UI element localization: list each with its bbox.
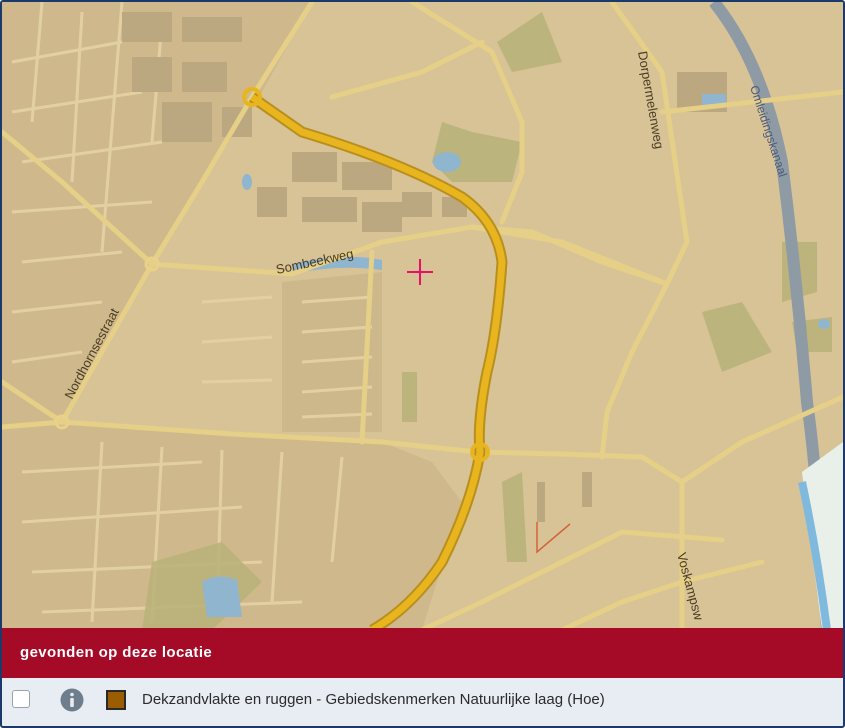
- layer-checkbox[interactable]: [12, 690, 30, 708]
- results-header: gevonden op deze locatie: [2, 628, 843, 678]
- result-item-label: Dekzandvlakte en ruggen - Gebiedskenmerk…: [142, 691, 605, 708]
- results-title: gevonden op deze locatie: [20, 644, 213, 661]
- map-canvas[interactable]: Sombeekweg Nordhornsestraat Dorpermelenw…: [2, 2, 843, 630]
- result-item: Dekzandvlakte en ruggen - Gebiedskenmerk…: [2, 678, 843, 726]
- info-icon[interactable]: [60, 688, 84, 712]
- map-window: Sombeekweg Nordhornsestraat Dorpermelenw…: [0, 0, 845, 728]
- legend-swatch: [106, 690, 126, 710]
